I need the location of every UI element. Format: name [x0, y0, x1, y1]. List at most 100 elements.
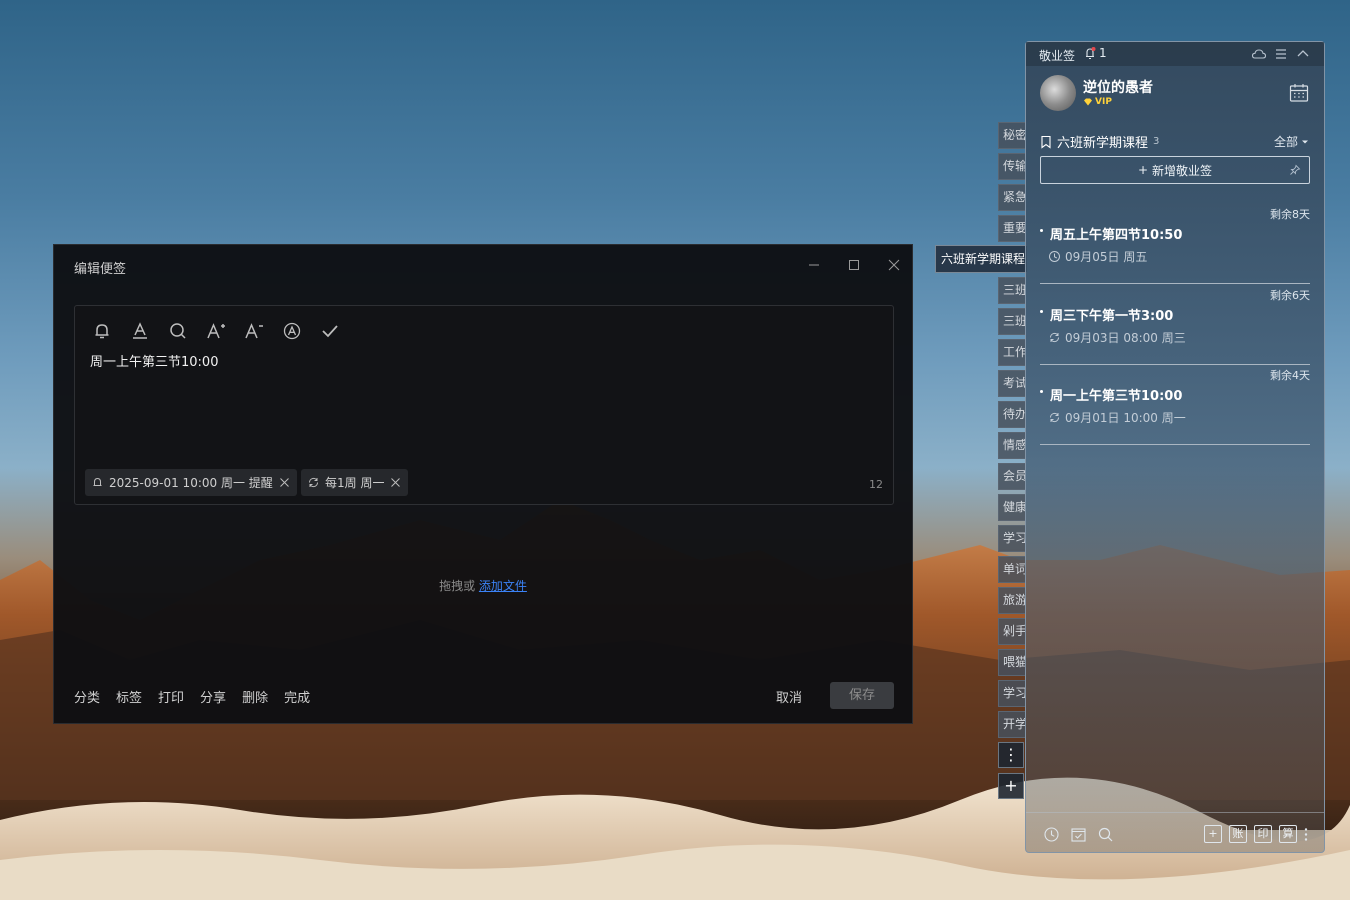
remove-reminder-icon[interactable]: [278, 476, 291, 489]
char-count: 12: [869, 478, 883, 491]
search-icon[interactable]: [167, 320, 189, 342]
bullet: [1040, 390, 1043, 393]
check-icon[interactable]: [319, 320, 341, 342]
side-tab[interactable]: 三班: [998, 308, 1026, 335]
note-title: 周五上午第四节10:50: [1050, 228, 1183, 243]
add-file-link[interactable]: 添加文件: [479, 579, 527, 593]
save-button[interactable]: 保存: [830, 682, 894, 709]
close-icon: [888, 259, 900, 271]
side-tab[interactable]: 紧急: [998, 184, 1026, 211]
note-meta-text: 09月03日 08:00 周三: [1065, 331, 1186, 345]
remaining-days: 剩余6天: [1270, 289, 1310, 302]
drop-hint: 拖拽或: [439, 579, 476, 593]
search-icon[interactable]: [1097, 826, 1114, 843]
repeat-icon: [308, 477, 319, 488]
bell-icon: [93, 477, 102, 486]
side-tab[interactable]: 旅游: [998, 587, 1026, 614]
diamond-icon: [1084, 98, 1092, 106]
side-tab[interactable]: 传输: [998, 153, 1026, 180]
category-count: 3: [1153, 136, 1160, 147]
note-item[interactable]: 剩余4天 周一上午第三节10:00 09月01日 10:00 周一: [1040, 367, 1310, 445]
note-text[interactable]: 周一上午第三节10:00: [90, 351, 218, 370]
more-options-icon[interactable]: [1302, 826, 1310, 843]
side-tab[interactable]: 剁手: [998, 618, 1026, 645]
print-action[interactable]: 打印: [158, 687, 184, 706]
minimize-button[interactable]: [806, 257, 822, 273]
history-icon[interactable]: [1043, 826, 1060, 843]
pin-icon[interactable]: [1289, 164, 1301, 176]
note-panel: 敬业签 1 逆位的愚者 VIP 六班新学期课程 3 全部 + 新增敬业签 剩余8…: [1025, 41, 1325, 853]
note-content-box[interactable]: 周一上午第三节10:00 2025-09-01 10:00 周一 提醒 每1周 …: [74, 305, 894, 505]
print-button[interactable]: 印: [1254, 825, 1272, 843]
side-tab[interactable]: 学习: [998, 680, 1026, 707]
side-tab[interactable]: 单词: [998, 556, 1026, 583]
editor-title: 编辑便签: [74, 262, 127, 277]
note-title: 周三下午第一节3:00: [1050, 309, 1174, 324]
calculator-button[interactable]: 算: [1279, 825, 1297, 843]
editor-actions: 分类 标签 打印 分享 删除 完成: [74, 687, 310, 706]
completed-list-icon[interactable]: [1070, 826, 1087, 843]
remove-repeat-icon[interactable]: [389, 476, 402, 489]
side-tab[interactable]: 秘密: [998, 122, 1026, 149]
note-meta: 09月01日 10:00 周一: [1048, 409, 1186, 426]
app-title: 敬业签: [1039, 49, 1076, 63]
side-tab[interactable]: 学习: [998, 525, 1026, 552]
avatar[interactable]: [1040, 75, 1076, 111]
repeat-chip-label: 每1周 周一: [325, 476, 385, 490]
bell-icon: [1086, 47, 1096, 60]
category-action[interactable]: 分类: [74, 687, 100, 706]
category-header[interactable]: 六班新学期课程 3: [1040, 132, 1159, 151]
add-tab-button[interactable]: +: [998, 773, 1024, 799]
side-tab[interactable]: 会员: [998, 463, 1026, 490]
panel-footer: + 账 印 算: [1026, 812, 1324, 852]
calendar-icon[interactable]: [1288, 82, 1310, 104]
panel-header[interactable]: 敬业签 1: [1026, 42, 1324, 66]
side-tab[interactable]: 情感: [998, 432, 1026, 459]
close-button[interactable]: [886, 257, 902, 273]
side-tab[interactable]: 开学: [998, 711, 1026, 738]
more-tabs-button[interactable]: ⋮: [998, 742, 1024, 768]
side-tab[interactable]: 待办: [998, 401, 1026, 428]
reminder-chip[interactable]: 2025-09-01 10:00 周一 提醒: [85, 469, 297, 496]
menu-icon[interactable]: [1273, 46, 1289, 62]
bullet: [1040, 229, 1043, 232]
remaining-days: 剩余4天: [1270, 369, 1310, 382]
maximize-button[interactable]: [846, 257, 862, 273]
side-tab[interactable]: 重要: [998, 215, 1026, 242]
share-action[interactable]: 分享: [200, 687, 226, 706]
text-color-icon[interactable]: [129, 320, 151, 342]
font-increase-icon[interactable]: [205, 320, 227, 342]
side-tab[interactable]: 健康: [998, 494, 1026, 521]
delete-action[interactable]: 删除: [242, 687, 268, 706]
minimize-icon: [809, 264, 819, 266]
clock-icon: [1049, 251, 1060, 262]
bullet: [1040, 310, 1043, 313]
side-tab[interactable]: 考试: [998, 370, 1026, 397]
complete-action[interactable]: 完成: [284, 687, 310, 706]
tab-active-category[interactable]: 六班新学期课程: [935, 245, 1027, 273]
bell-icon[interactable]: [91, 320, 113, 342]
add-note-button[interactable]: + 新增敬业签: [1040, 156, 1310, 184]
note-item[interactable]: 剩余6天 周三下午第一节3:00 09月03日 08:00 周三: [1040, 287, 1310, 365]
notification-button[interactable]: 1: [1083, 46, 1107, 60]
auto-format-icon[interactable]: [281, 320, 303, 342]
new-window-button[interactable]: +: [1204, 825, 1222, 843]
username[interactable]: 逆位的愚者: [1083, 77, 1153, 97]
side-tab[interactable]: 工作: [998, 339, 1026, 366]
note-meta-text: 09月01日 10:00 周一: [1065, 411, 1186, 425]
font-decrease-icon[interactable]: [243, 320, 265, 342]
note-item[interactable]: 剩余8天 周五上午第四节10:50 09月05日 周五: [1040, 206, 1310, 284]
ledger-button[interactable]: 账: [1229, 825, 1247, 843]
side-tab[interactable]: 三班: [998, 277, 1026, 304]
repeat-chip[interactable]: 每1周 周一: [301, 469, 409, 496]
side-tab[interactable]: 喂猫: [998, 649, 1026, 676]
attachment-drop-zone[interactable]: 拖拽或 添加文件: [54, 577, 912, 594]
cloud-sync-icon[interactable]: [1251, 46, 1267, 62]
tag-action[interactable]: 标签: [116, 687, 142, 706]
cancel-button[interactable]: 取消: [776, 687, 802, 706]
filter-dropdown[interactable]: 全部: [1274, 133, 1309, 150]
vip-badge: VIP: [1083, 97, 1112, 107]
chevron-up-icon[interactable]: [1295, 46, 1311, 62]
editor-titlebar[interactable]: 编辑便签: [54, 245, 912, 287]
filter-label: 全部: [1274, 135, 1299, 149]
